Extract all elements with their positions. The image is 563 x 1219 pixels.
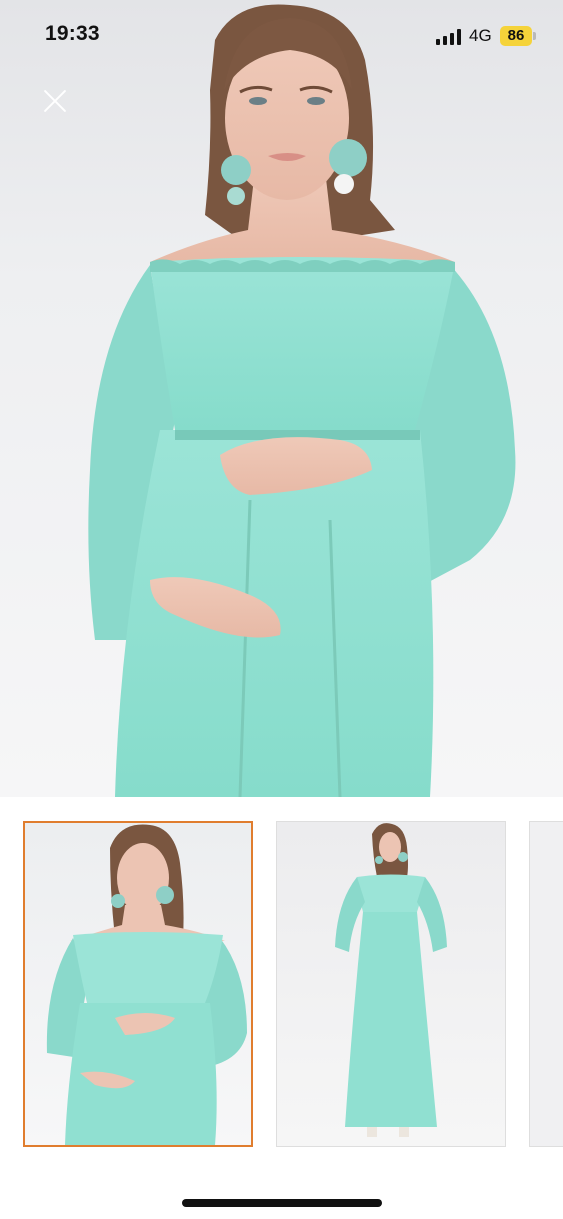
main-product-image[interactable]: [0, 0, 563, 797]
thumbnail-2[interactable]: [276, 821, 506, 1147]
thumbnail-3[interactable]: [529, 821, 563, 1147]
status-bar: 19:33 4G 86: [0, 0, 563, 72]
battery-icon: 86: [500, 26, 532, 46]
thumbnail-strip: [0, 797, 563, 1167]
close-icon[interactable]: [38, 84, 72, 118]
thumbnail-1-image: [46, 824, 247, 1145]
model-photo: [88, 4, 516, 797]
signal-icon: [436, 29, 462, 45]
home-indicator[interactable]: [182, 1199, 382, 1207]
status-time: 19:33: [45, 22, 100, 45]
battery-cap: [533, 32, 536, 40]
thumbnail-2-image: [335, 823, 447, 1137]
thumbnail-1-selected[interactable]: [23, 821, 253, 1147]
network-label: 4G: [469, 26, 492, 45]
